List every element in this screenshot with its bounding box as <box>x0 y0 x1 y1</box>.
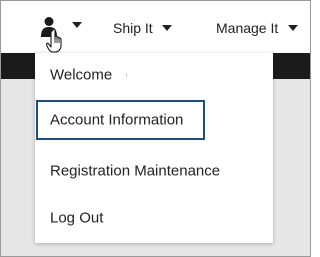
menu-item-welcome[interactable]: Welcome , <box>35 55 273 95</box>
menu-item-registration-maintenance[interactable]: Registration Maintenance <box>35 151 273 191</box>
manage-it-caret-icon <box>288 25 298 31</box>
hand-pointer-icon <box>46 28 62 53</box>
menu-item-log-out-label: Log Out <box>50 209 104 227</box>
menu-item-registration-maintenance-label: Registration Maintenance <box>50 162 221 180</box>
nav-manage-it[interactable]: Manage It <box>211 13 307 43</box>
menu-item-welcome-label: Welcome <box>50 66 113 84</box>
nav-ship-it-label: Ship It <box>113 20 153 36</box>
nav-ship-it[interactable]: Ship It <box>109 13 179 43</box>
user-menu-caret-icon <box>72 22 82 28</box>
welcome-user-mark: , <box>125 67 128 78</box>
menu-item-log-out[interactable]: Log Out <box>35 198 273 238</box>
menu-item-account-information[interactable]: Account Information <box>36 100 205 140</box>
top-navigation-bar: Ship It Manage It <box>1 1 310 53</box>
ship-it-caret-icon <box>162 25 172 31</box>
app-frame: Ship It Manage It Welcome , Account Info… <box>0 0 311 257</box>
user-dropdown-menu: Welcome , Account Information Registrati… <box>35 53 273 243</box>
menu-item-account-information-label: Account Information <box>50 111 184 129</box>
nav-manage-it-label: Manage It <box>216 20 279 36</box>
